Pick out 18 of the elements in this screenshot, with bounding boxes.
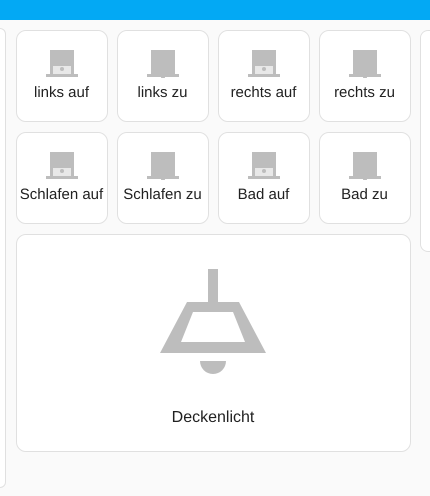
shade-button[interactable]: Schlafen zu bbox=[116, 132, 208, 224]
shade-button[interactable]: links zu bbox=[116, 30, 208, 122]
window-shade-icon bbox=[348, 152, 380, 180]
shade-button[interactable]: rechts auf bbox=[218, 30, 310, 122]
ceiling-lamp-icon bbox=[160, 268, 266, 374]
shade-button[interactable]: Schlafen auf bbox=[16, 132, 108, 224]
shade-button[interactable]: rechts zu bbox=[318, 30, 410, 122]
window-shade-icon bbox=[248, 50, 280, 78]
window-shade-icon bbox=[146, 152, 178, 180]
window-shade-icon bbox=[146, 50, 178, 78]
window-shade-icon bbox=[248, 152, 280, 180]
window-shade-icon bbox=[348, 50, 380, 78]
shade-button[interactable]: Bad zu bbox=[318, 132, 410, 224]
shade-button[interactable]: Bad auf bbox=[218, 132, 310, 224]
window-shade-icon bbox=[46, 152, 78, 180]
light-button[interactable]: Deckenlicht bbox=[16, 234, 410, 452]
shade-button[interactable]: links auf bbox=[16, 30, 108, 122]
window-shade-icon bbox=[46, 50, 78, 78]
